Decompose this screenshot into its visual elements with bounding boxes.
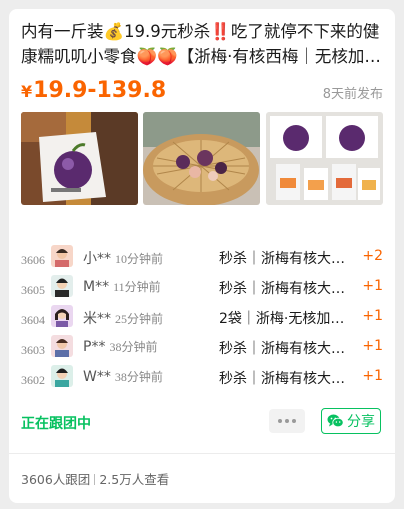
buyer-name: W** (83, 369, 111, 385)
buyer-item: 秒杀｜浙梅有核大西梅 (219, 371, 357, 387)
buyer-row: 3604 米** 25分钟前 2袋｜浙梅·无核加应子 +1 (21, 305, 383, 335)
dot-icon (285, 419, 289, 423)
buyer-item: 秒杀｜浙梅有核大西梅 (219, 251, 357, 267)
buyer-name: 小** (83, 251, 111, 267)
buyer-info: P** 38分钟前 (83, 338, 157, 355)
plum-basket-photo[interactable] (143, 112, 260, 205)
buyer-info: W** 38分钟前 (83, 368, 163, 385)
price-range: 19.9-139.8 (33, 78, 167, 103)
buyer-item: 秒杀｜浙梅有核大西梅 (219, 281, 357, 297)
followers-count: 3606人跟团 (21, 472, 91, 487)
buyer-time: 11分钟前 (113, 280, 161, 294)
buyer-number: 3602 (21, 373, 45, 387)
stats-footer: 3606人跟团 2.5万人查看 (21, 469, 169, 488)
post-title[interactable]: 内有一斤装💰19.9元秒杀‼️吃了就停不下来的健康糯叽叽小零食🍑🍑【浙梅·有核西… (21, 19, 383, 69)
share-button[interactable]: 分享 (321, 408, 381, 434)
buyer-time: 10分钟前 (115, 252, 164, 266)
buyer-name: P** (83, 339, 106, 355)
buyer-name: 米** (83, 311, 111, 327)
buyer-number: 3603 (21, 343, 45, 357)
buyer-info: 米** 25分钟前 (83, 308, 163, 328)
buyer-quantity: +1 (362, 308, 383, 324)
buyer-quantity: +1 (362, 338, 383, 354)
posted-time: 8天前发布 (322, 87, 383, 102)
buyer-time: 38分钟前 (109, 340, 158, 354)
buyer-row: 3605 M** 11分钟前 秒杀｜浙梅有核大西梅 +1 (21, 275, 383, 305)
more-button[interactable] (269, 409, 305, 433)
currency-symbol: ¥ (21, 82, 33, 101)
share-label: 分享 (347, 414, 375, 430)
recent-buyers-list: 3606 小** 10分钟前 秒杀｜浙梅有核大西梅 +2 3605 M** 11分钟… (21, 245, 383, 395)
separator (94, 474, 96, 485)
group-status: 正在跟团中 (21, 416, 91, 432)
avatar[interactable] (51, 245, 73, 267)
avatar[interactable] (51, 305, 73, 327)
dot-icon (292, 419, 296, 423)
avatar[interactable] (51, 365, 73, 387)
buyer-item: 2袋｜浙梅·无核加应子 (219, 311, 357, 327)
buyer-time: 25分钟前 (115, 312, 164, 326)
views-count: 2.5万人查看 (99, 472, 170, 487)
image-gallery (21, 112, 383, 205)
buyer-row: 3603 P** 38分钟前 秒杀｜浙梅有核大西梅 +1 (21, 335, 383, 365)
avatar[interactable] (51, 275, 73, 297)
buyer-quantity: +1 (362, 368, 383, 384)
price-row: ¥19.9-139.8 8天前发布 (21, 77, 383, 105)
buyer-time: 38分钟前 (114, 370, 163, 384)
divider (9, 453, 395, 454)
buyer-item: 秒杀｜浙梅有核大西梅 (219, 341, 357, 357)
buyer-number: 3606 (21, 253, 45, 267)
buyer-number: 3604 (21, 313, 45, 327)
buyer-info: M** 11分钟前 (83, 278, 161, 295)
buyer-quantity: +1 (362, 278, 383, 294)
wechat-icon (327, 414, 344, 428)
price: ¥19.9-139.8 (21, 77, 166, 106)
buyer-info: 小** 10分钟前 (83, 248, 163, 268)
buyer-row: 3606 小** 10分钟前 秒杀｜浙梅有核大西梅 +2 (21, 245, 383, 275)
buyer-quantity: +2 (362, 248, 383, 264)
buyer-name: M** (83, 279, 110, 295)
buyer-number: 3605 (21, 283, 45, 297)
buyer-row: 3602 W** 38分钟前 秒杀｜浙梅有核大西梅 +1 (21, 365, 383, 395)
group-buy-card[interactable]: 内有一斤装💰19.9元秒杀‼️吃了就停不下来的健康糯叽叽小零食🍑🍑【浙梅·有核西… (9, 9, 395, 503)
plum-bag-photo[interactable] (21, 112, 138, 205)
dot-icon (278, 419, 282, 423)
plum-packages-photo[interactable] (266, 112, 383, 205)
avatar[interactable] (51, 335, 73, 357)
